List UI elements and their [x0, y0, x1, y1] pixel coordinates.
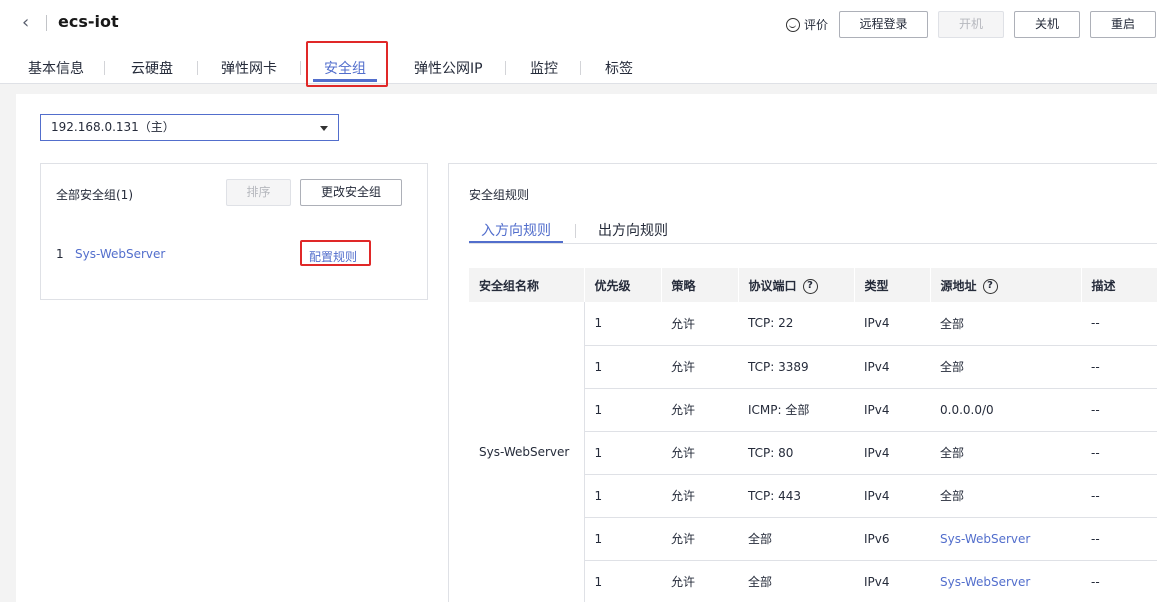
divider — [46, 15, 47, 31]
tab-network-interfaces[interactable]: 弹性网卡 — [221, 58, 277, 78]
subtab-baseline — [469, 243, 1157, 244]
cell-protocol-port: ICMP: 全部 — [738, 388, 854, 432]
tab-eip[interactable]: 弹性公网IP — [414, 58, 483, 78]
col-header-description: 描述 — [1081, 268, 1157, 302]
cell-priority: 1 — [584, 345, 661, 389]
cell-description: -- — [1081, 345, 1157, 389]
power-on-button[interactable]: 开机 — [938, 11, 1004, 38]
rules-table: 安全组名称 优先级 策略 协议端口? 类型 源地址? 描述 Sys-WebSer… — [469, 268, 1157, 602]
security-group-count: 全部安全组(1) — [56, 188, 133, 202]
chevron-left-icon[interactable]: ‹ — [22, 12, 29, 33]
tab-outbound-rules[interactable]: 出方向规则 — [598, 220, 668, 240]
cell-protocol-port: 全部 — [738, 517, 854, 561]
cell-policy: 允许 — [661, 560, 738, 602]
col-header-priority: 优先级 — [584, 268, 662, 302]
sort-button[interactable]: 排序 — [226, 179, 291, 206]
rate-link[interactable]: 评价 — [786, 16, 828, 33]
cell-source: Sys-WebServer — [930, 560, 1081, 602]
source-group-link[interactable]: Sys-WebServer — [940, 575, 1030, 589]
cell-type: IPv4 — [854, 388, 930, 432]
rules-title: 安全组规则 — [469, 188, 530, 202]
active-subtab-indicator — [469, 241, 563, 243]
nic-select[interactable]: 192.168.0.131（主） — [40, 114, 339, 141]
cell-type: IPv4 — [854, 431, 930, 475]
tab-disks[interactable]: 云硬盘 — [131, 58, 173, 78]
cell-priority: 1 — [584, 517, 661, 561]
cell-source: 全部 — [930, 431, 1081, 475]
cell-description: -- — [1081, 560, 1157, 602]
cell-description: -- — [1081, 431, 1157, 475]
group-name-link[interactable]: Sys-WebServer — [75, 247, 165, 261]
col-header-name: 安全组名称 — [469, 268, 585, 302]
tab-tags[interactable]: 标签 — [605, 58, 633, 78]
cell-type: IPv4 — [854, 560, 930, 602]
smile-icon — [786, 17, 800, 32]
remote-login-button[interactable]: 远程登录 — [839, 11, 928, 38]
col-header-source: 源地址? — [930, 268, 1082, 302]
cell-group-name: Sys-WebServer — [469, 302, 585, 602]
help-icon[interactable]: ? — [982, 278, 998, 294]
cell-protocol-port: TCP: 3389 — [738, 345, 854, 389]
cell-priority: 1 — [584, 560, 661, 602]
cell-policy: 允许 — [661, 431, 738, 475]
tab-inbound-rules[interactable]: 入方向规则 — [481, 220, 551, 240]
cell-policy: 允许 — [661, 517, 738, 561]
cell-priority: 1 — [584, 474, 661, 518]
subtab-divider — [575, 224, 576, 238]
cell-protocol-port: 全部 — [738, 560, 854, 602]
page-title: ecs-iot — [58, 12, 119, 31]
group-index: 1 — [56, 247, 64, 261]
tab-divider — [300, 61, 301, 75]
configure-rules-link[interactable]: 配置规则 — [309, 248, 357, 265]
caret-down-icon — [320, 126, 328, 131]
power-off-button[interactable]: 关机 — [1014, 11, 1080, 38]
cell-description: -- — [1081, 517, 1157, 561]
cell-type: IPv4 — [854, 345, 930, 389]
cell-source: 全部 — [930, 474, 1081, 518]
cell-priority: 1 — [584, 431, 661, 475]
active-tab-indicator — [313, 79, 377, 82]
tab-security-groups[interactable]: 安全组 — [324, 58, 366, 78]
tab-divider — [580, 61, 581, 75]
source-group-link[interactable]: Sys-WebServer — [940, 532, 1030, 546]
col-header-protocol-port-label: 协议端口 — [748, 278, 797, 293]
cell-policy: 允许 — [661, 474, 738, 518]
cell-source: Sys-WebServer — [930, 517, 1081, 561]
col-header-policy: 策略 — [661, 268, 739, 302]
cell-source: 0.0.0.0/0 — [930, 388, 1081, 432]
table-row: Sys-WebServer 1 允许 TCP: 22 IPv4 全部 -- — [469, 302, 1157, 602]
tab-divider — [505, 61, 506, 75]
tab-divider — [104, 61, 105, 75]
col-header-protocol-port: 协议端口? — [738, 268, 855, 302]
table-header-row: 安全组名称 优先级 策略 协议端口? 类型 源地址? 描述 — [469, 268, 1157, 302]
restart-button[interactable]: 重启 — [1090, 11, 1156, 38]
cell-protocol-port: TCP: 22 — [738, 302, 854, 346]
cell-policy: 允许 — [661, 345, 738, 389]
cell-source: 全部 — [930, 345, 1081, 389]
nic-select-value: 192.168.0.131（主） — [51, 120, 175, 134]
cell-policy: 允许 — [661, 302, 738, 346]
cell-description: -- — [1081, 474, 1157, 518]
col-header-source-label: 源地址 — [940, 278, 977, 293]
cell-type: IPv6 — [854, 517, 930, 561]
cell-type: IPv4 — [854, 302, 930, 346]
cell-type: IPv4 — [854, 474, 930, 518]
cell-priority: 1 — [584, 388, 661, 432]
cell-priority: 1 — [584, 302, 661, 346]
cell-description: -- — [1081, 302, 1157, 346]
cell-protocol-port: TCP: 80 — [738, 431, 854, 475]
cell-policy: 允许 — [661, 388, 738, 432]
cell-source: 全部 — [930, 302, 1081, 346]
col-header-type: 类型 — [854, 268, 931, 302]
header-bar: ‹ ecs-iot 评价 远程登录 开机 关机 重启 — [0, 0, 1157, 84]
cell-description: -- — [1081, 388, 1157, 432]
tab-monitoring[interactable]: 监控 — [530, 58, 558, 78]
tab-divider — [197, 61, 198, 75]
change-security-group-button[interactable]: 更改安全组 — [300, 179, 402, 206]
tab-basic-info[interactable]: 基本信息 — [28, 58, 84, 78]
rate-label: 评价 — [804, 18, 829, 32]
help-icon[interactable]: ? — [802, 278, 818, 294]
cell-protocol-port: TCP: 443 — [738, 474, 854, 518]
